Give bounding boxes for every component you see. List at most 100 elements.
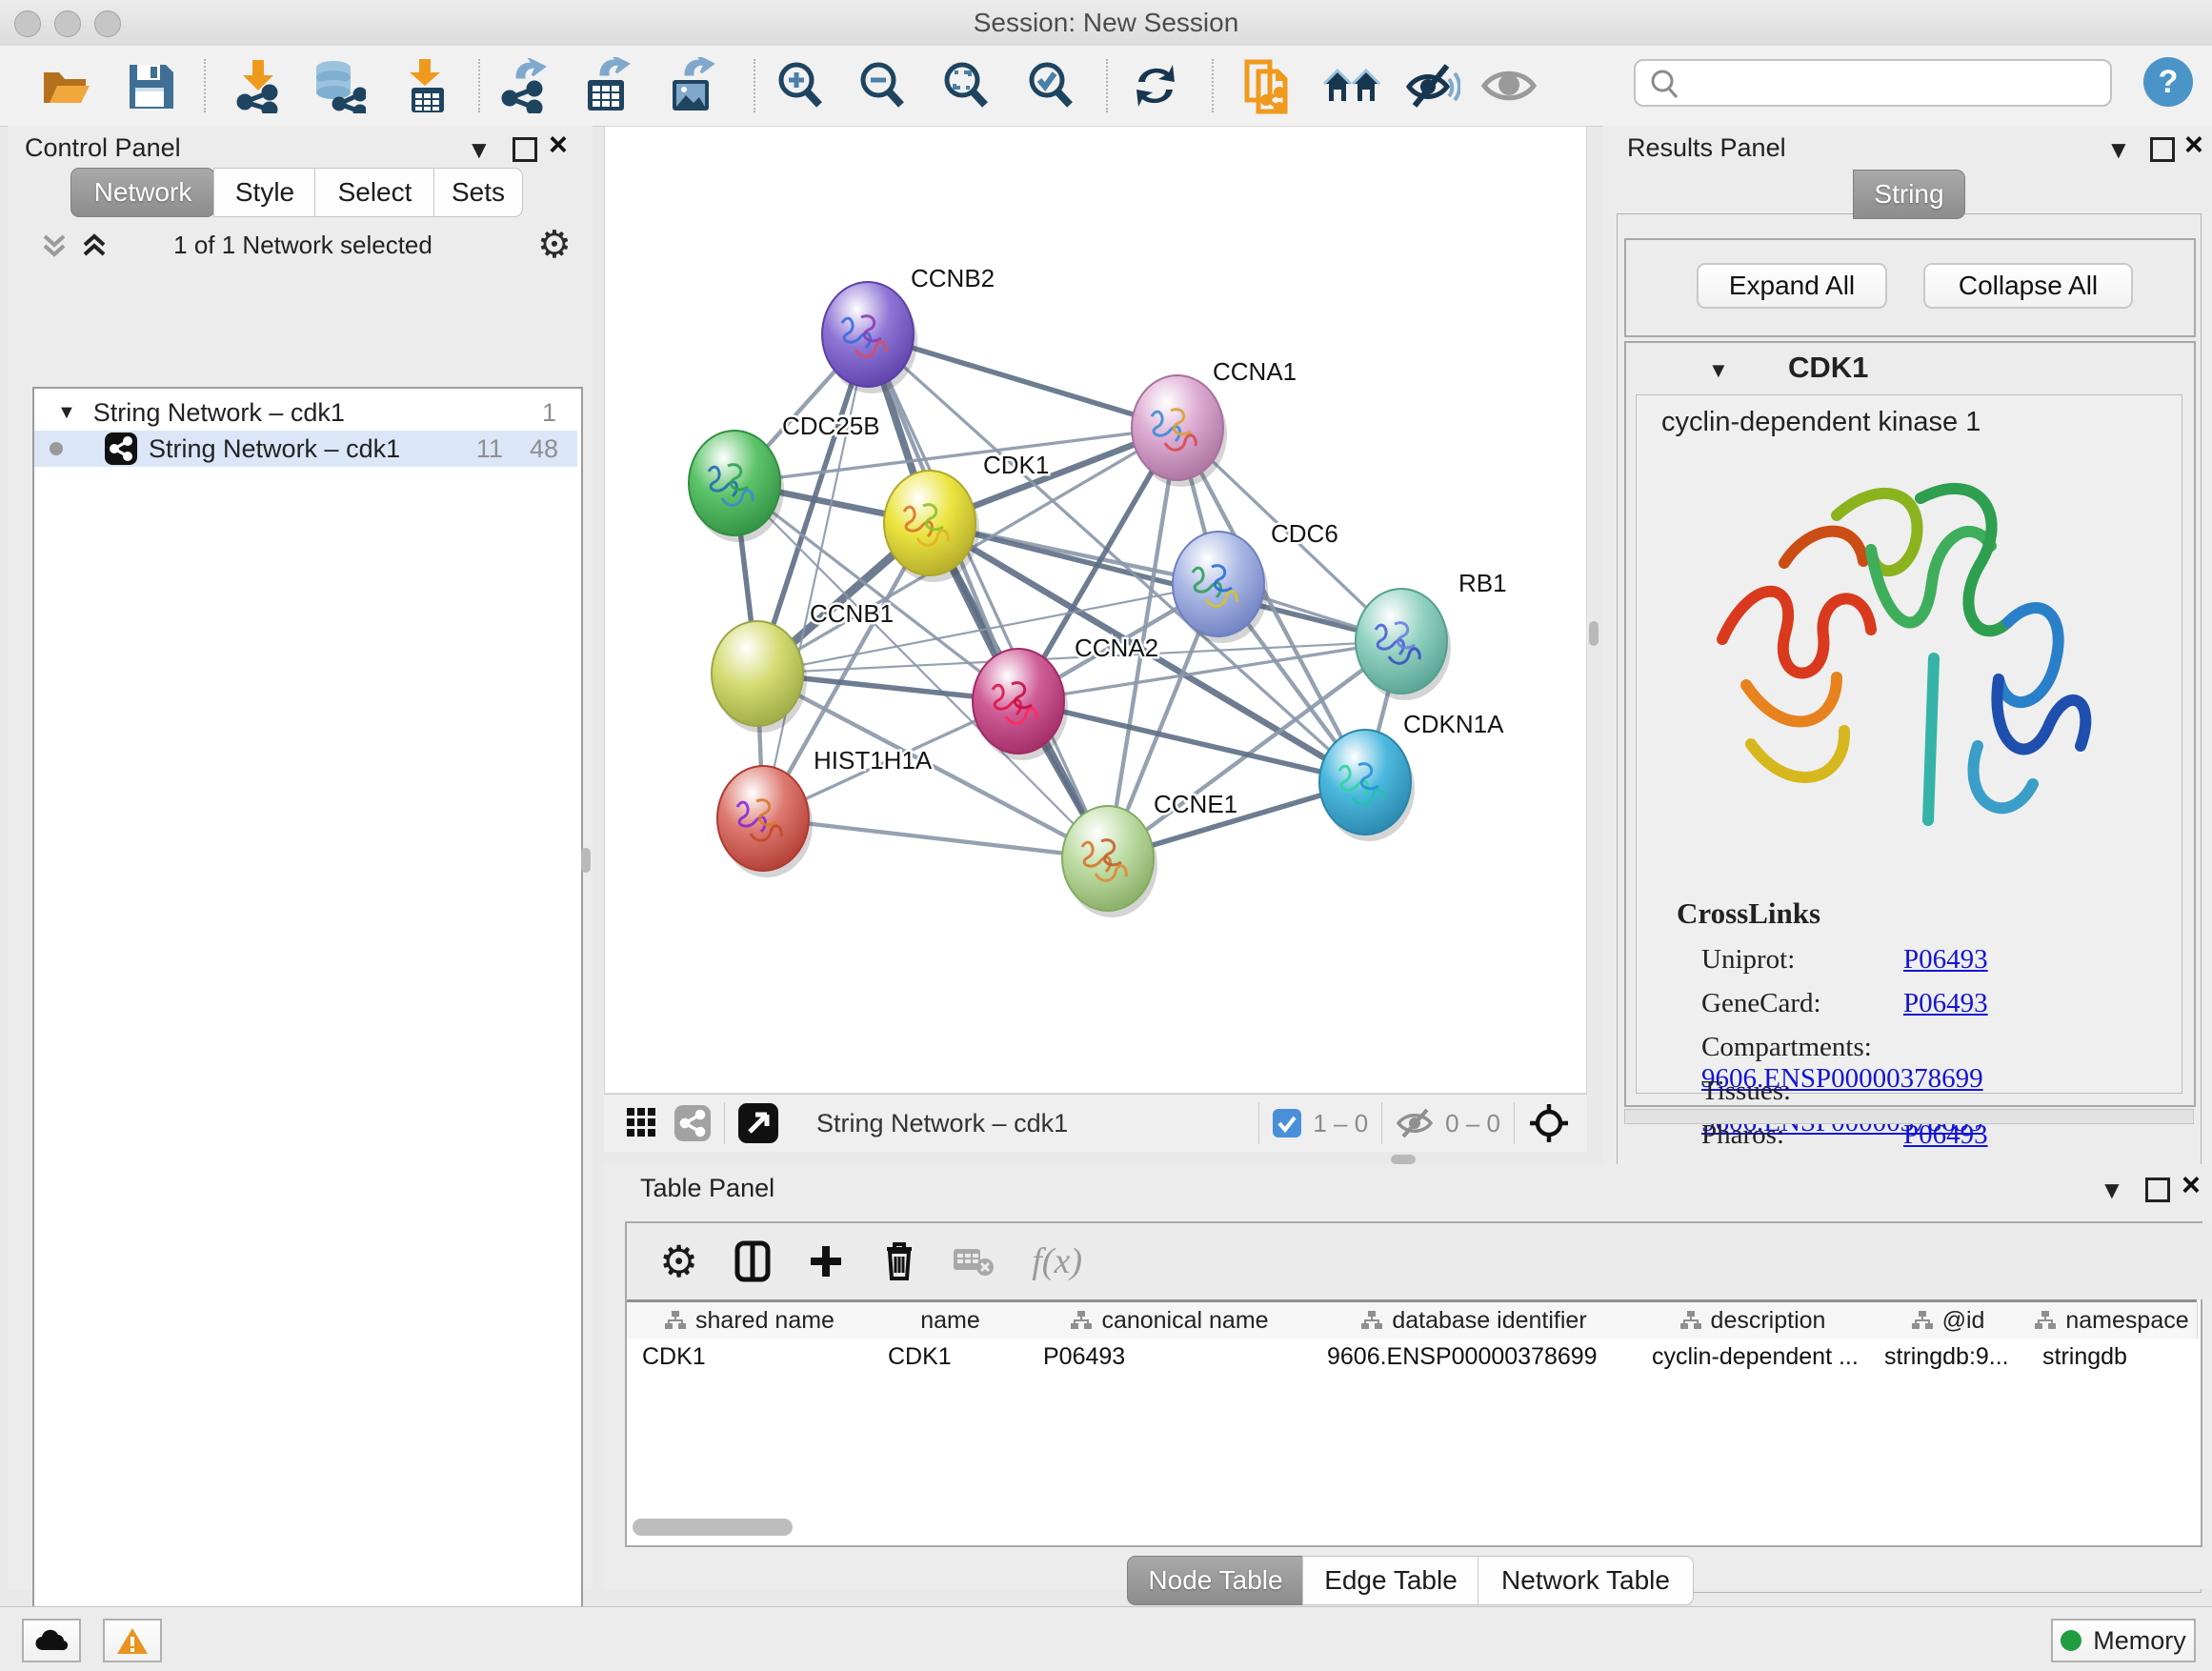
zoom-out-icon[interactable]: [852, 55, 913, 116]
table-hscrollbar-thumb[interactable]: [633, 1519, 793, 1536]
network-row-selected[interactable]: String Network – cdk1 11 48: [34, 431, 577, 467]
import-table-file-icon[interactable]: [395, 55, 456, 116]
network-options-gear-icon[interactable]: ⚙: [537, 223, 572, 267]
crosslink-value-link[interactable]: P06493: [1903, 988, 1988, 1018]
crosslink-label: Uniprot:: [1701, 944, 1903, 976]
tab-node-table[interactable]: Node Table: [1127, 1556, 1304, 1605]
splitter-handle[interactable]: [581, 848, 591, 873]
tab-network-table[interactable]: Network Table: [1478, 1556, 1694, 1605]
collapse-all-networks-icon[interactable]: [38, 229, 70, 261]
column-header-namespace[interactable]: namespace: [2027, 1302, 2198, 1339]
column-header--id[interactable]: @id: [1869, 1302, 2028, 1339]
float-panel-icon[interactable]: [2145, 1178, 2170, 1202]
birdseye-view-toggle[interactable]: [738, 1103, 778, 1143]
tab-edge-table[interactable]: Edge Table: [1302, 1556, 1479, 1605]
collapse-all-button[interactable]: Collapse All: [1923, 263, 2133, 309]
network-node-CCNB1[interactable]: [712, 621, 803, 726]
table-cell[interactable]: CDK1: [873, 1339, 1028, 1375]
float-panel-icon[interactable]: [2150, 137, 2175, 162]
column-header-canonical-name[interactable]: canonical name: [1028, 1302, 1313, 1339]
help-button[interactable]: ?: [2143, 57, 2193, 107]
table-cell[interactable]: CDK1: [627, 1339, 873, 1375]
close-panel-icon[interactable]: ×: [549, 135, 568, 154]
export-network-icon[interactable]: [494, 55, 555, 116]
toolbar-separator: [724, 1102, 725, 1144]
zoom-fit-icon[interactable]: [935, 55, 996, 116]
float-panel-icon[interactable]: [513, 137, 537, 162]
results-panel-title: Results Panel: [1627, 133, 1786, 163]
node-label-CCNE1: CCNE1: [1154, 790, 1237, 818]
table-options-gear-icon[interactable]: ⚙: [659, 1236, 698, 1287]
show-columns-icon[interactable]: [734, 1240, 771, 1282]
network-collection-row[interactable]: ▼ String Network – cdk1 1: [34, 394, 577, 431]
table-cell[interactable]: P06493: [1028, 1339, 1312, 1375]
hide-graphics-details-icon[interactable]: [1402, 55, 1463, 116]
import-network-database-icon[interactable]: [308, 55, 369, 116]
tab-style[interactable]: Style: [213, 168, 316, 217]
tab-select[interactable]: Select: [314, 168, 435, 217]
gene-result-card: ▼ CDK1 cyclin-dependent kinase 1: [1624, 341, 2196, 1107]
export-table-icon[interactable]: [576, 55, 637, 116]
new-network-from-selection-icon[interactable]: [1236, 55, 1297, 116]
column-header-label: canonical name: [1101, 1307, 1268, 1335]
splitter-handle[interactable]: [1589, 621, 1599, 646]
table-container: ⚙ f(x) shared namenamecanonical namedata…: [625, 1221, 2202, 1547]
gene-description: cyclin-dependent kinase 1: [1661, 407, 1981, 438]
tab-network[interactable]: Network: [70, 168, 215, 217]
tab-string[interactable]: String: [1853, 170, 1965, 219]
refresh-icon[interactable]: [1125, 55, 1186, 116]
collection-expander-icon[interactable]: ▼: [57, 402, 76, 424]
search-icon: [1645, 67, 1687, 99]
table-cell[interactable]: stringdb:9...: [1869, 1339, 2027, 1375]
zoom-selected-icon[interactable]: [1020, 55, 1081, 116]
close-panel-icon[interactable]: ×: [2184, 135, 2203, 154]
zoom-in-icon[interactable]: [770, 55, 831, 116]
close-panel-icon[interactable]: ×: [2182, 1176, 2201, 1195]
node-table[interactable]: shared name name canonical name database id…: [627, 1299, 2197, 1470]
crosslink-row: GeneCard:P06493: [1701, 988, 2178, 1019]
table-cell[interactable]: 9606.ENSP00000378699: [1312, 1339, 1637, 1375]
column-header-shared-name[interactable]: shared name: [627, 1302, 874, 1339]
results-scrollbar[interactable]: [1624, 1109, 2194, 1124]
table-cell[interactable]: stringdb: [2027, 1339, 2197, 1375]
crosslink-value-link[interactable]: P06493: [1903, 944, 1988, 975]
save-session-icon[interactable]: [120, 55, 181, 116]
panel-menu-icon[interactable]: ▼: [2100, 1176, 2124, 1205]
fit-selected-crosshair-icon[interactable]: [1528, 1102, 1570, 1144]
search-box: [1634, 59, 2112, 107]
network-edge[interactable]: [868, 334, 1108, 858]
column-header-description[interactable]: description: [1637, 1302, 1870, 1339]
selected-node-edge-counts: 1 – 0: [1313, 1109, 1368, 1138]
collapse-section-icon[interactable]: ▼: [1708, 358, 1729, 383]
network-edge[interactable]: [763, 818, 1108, 858]
warnings-button[interactable]: [103, 1619, 162, 1662]
network-canvas[interactable]: CCNB2CCNA1CDC25BCDK1CDC6RB1CCNB1CCNA2CDK…: [604, 126, 1587, 1094]
tab-sets[interactable]: Sets: [433, 168, 523, 217]
export-image-icon[interactable]: [661, 55, 722, 116]
table-panel: Table Panel ▼ × ⚙ f(x) shared namenameca…: [604, 1164, 2212, 1589]
search-input[interactable]: [1687, 68, 2110, 99]
column-header-name[interactable]: name: [873, 1302, 1029, 1339]
column-header-database-identifier[interactable]: database identifier: [1312, 1302, 1638, 1339]
crosslinks-title: CrossLinks: [1677, 896, 1820, 931]
splitter-handle[interactable]: [1391, 1155, 1416, 1164]
panel-menu-icon[interactable]: ▼: [467, 135, 492, 165]
grid-view-icon[interactable]: [627, 1108, 657, 1138]
selected-checkbox-icon[interactable]: [1273, 1109, 1301, 1137]
table-cell[interactable]: cyclin-dependent ...: [1637, 1339, 1869, 1375]
network-list: ▼ String Network – cdk1 1 String Network…: [32, 387, 583, 1671]
column-header-label: shared name: [695, 1307, 835, 1335]
collection-label: String Network – cdk1: [93, 398, 345, 428]
open-session-icon[interactable]: [36, 55, 97, 116]
show-annotations-icon[interactable]: [1478, 55, 1539, 116]
network-graph[interactable]: CCNB2CCNA1CDC25BCDK1CDC6RB1CCNB1CCNA2CDK…: [605, 127, 1586, 1093]
panel-menu-icon[interactable]: ▼: [2106, 135, 2131, 165]
import-network-file-icon[interactable]: [228, 55, 289, 116]
home-icon[interactable]: [1321, 55, 1382, 116]
memory-button[interactable]: Memory: [2051, 1619, 2196, 1662]
cloud-status-button[interactable]: [22, 1619, 81, 1662]
expand-all-button[interactable]: Expand All: [1697, 263, 1887, 309]
expand-all-networks-icon[interactable]: [78, 229, 111, 261]
add-column-icon[interactable]: [807, 1242, 845, 1280]
delete-column-icon[interactable]: [881, 1239, 917, 1283]
